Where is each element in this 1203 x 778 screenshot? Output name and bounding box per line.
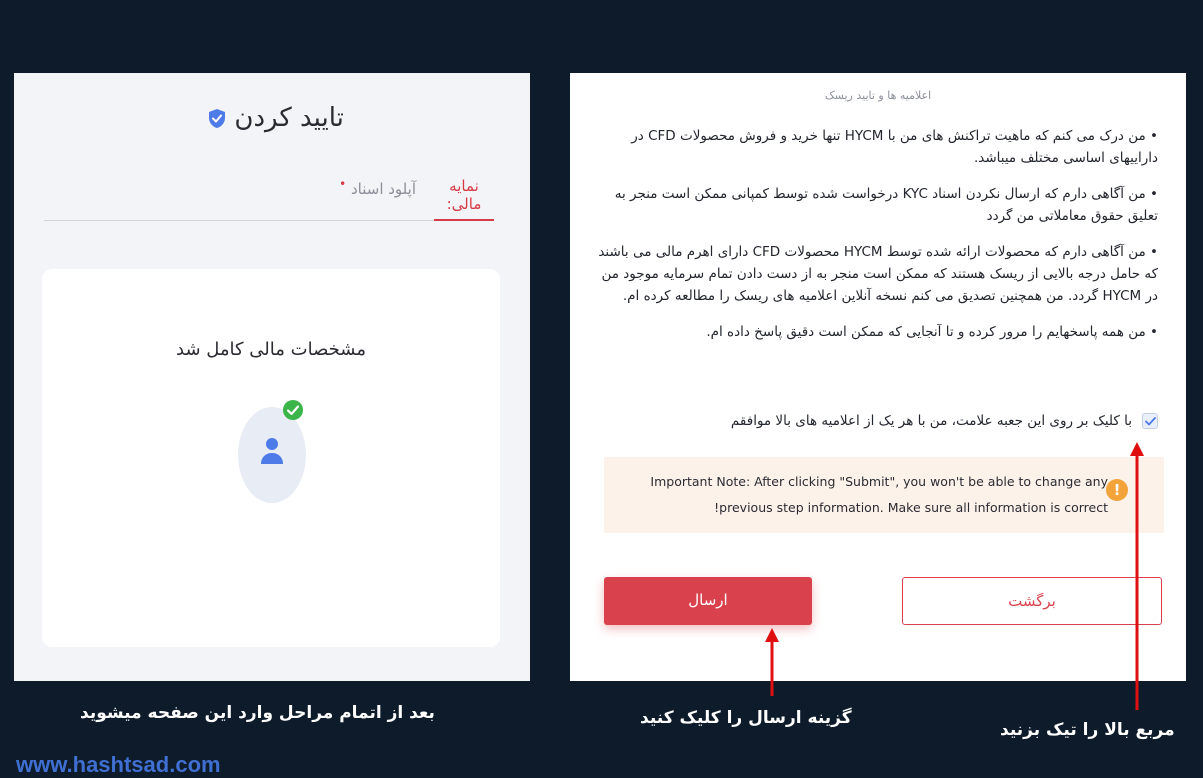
arrow-to-submit: [765, 628, 779, 696]
verification-tabs: نمایه مالی: آپلود اسناد •: [44, 173, 494, 221]
back-button[interactable]: برگشت: [902, 577, 1162, 625]
disclosure-item: • من آگاهی دارم که ارسال نکردن اسناد KYC…: [614, 186, 1158, 224]
section-label: اعلامیه ها و تایید ریسک: [824, 89, 932, 102]
financial-complete-card: مشخصات مالی کامل شد: [42, 269, 500, 647]
check-circle-icon: [283, 400, 303, 420]
warning-icon: !: [1106, 479, 1128, 501]
verify-title: تایید کردن: [14, 103, 530, 136]
important-note: Important Note: After clicking "Submit",…: [604, 457, 1164, 533]
avatar: [238, 400, 306, 503]
agree-row: با کلیک بر روی این جعبه علامت، من با هر …: [731, 413, 1158, 429]
shield-check-icon: [208, 106, 226, 136]
note-line-1: Important Note: After clicking "Submit",…: [650, 474, 1108, 489]
agree-checkbox[interactable]: [1142, 413, 1158, 429]
caption-next-page: بعد از اتمام مراحل وارد این صفحه میشوید: [80, 703, 435, 723]
risk-disclosure-panel: اعلامیه ها و تایید ریسک • من درک می کنم …: [570, 73, 1186, 681]
checkmark-icon: [1144, 416, 1156, 425]
tab-upload-documents[interactable]: آپلود اسناد •: [339, 177, 416, 198]
card-title: مشخصات مالی کامل شد: [176, 339, 366, 360]
verify-title-text: تایید کردن: [234, 103, 344, 133]
watermark: www.hashtsad.com: [16, 752, 221, 777]
note-line-2: !previous step information. Make sure al…: [714, 500, 1108, 515]
required-marker: •: [339, 177, 347, 191]
disclosure-item: • من آگاهی دارم که محصولات ارائه شده توس…: [598, 244, 1158, 304]
tab-financial-profile[interactable]: نمایه مالی:: [434, 177, 494, 221]
user-icon: [261, 438, 283, 464]
tab-docs-label: آپلود اسناد: [350, 180, 416, 198]
disclosure-item: • من همه پاسخهایم را مرور کرده و تا آنجا…: [706, 324, 1158, 340]
agree-label: با کلیک بر روی این جعبه علامت، من با هر …: [730, 413, 1132, 429]
caption-click-submit: گزینه ارسال را کلیک کنید: [640, 708, 852, 728]
tab-financial-label: نمایه مالی:: [446, 177, 482, 213]
submit-button[interactable]: ارسال: [604, 577, 812, 625]
disclosure-item: • من درک می کنم که ماهیت تراکنش های من ب…: [631, 128, 1158, 166]
arrow-to-checkbox: [1130, 442, 1144, 710]
verification-panel: تایید کردن نمایه مالی: آپلود اسناد • مشخ…: [14, 73, 530, 681]
caption-tick-box: مربع بالا را تیک بزنید: [1000, 720, 1175, 740]
disclosure-list: • من درک می کنم که ماهیت تراکنش های من ب…: [588, 125, 1158, 357]
note-text: Important Note: After clicking "Submit",…: [612, 469, 1108, 521]
